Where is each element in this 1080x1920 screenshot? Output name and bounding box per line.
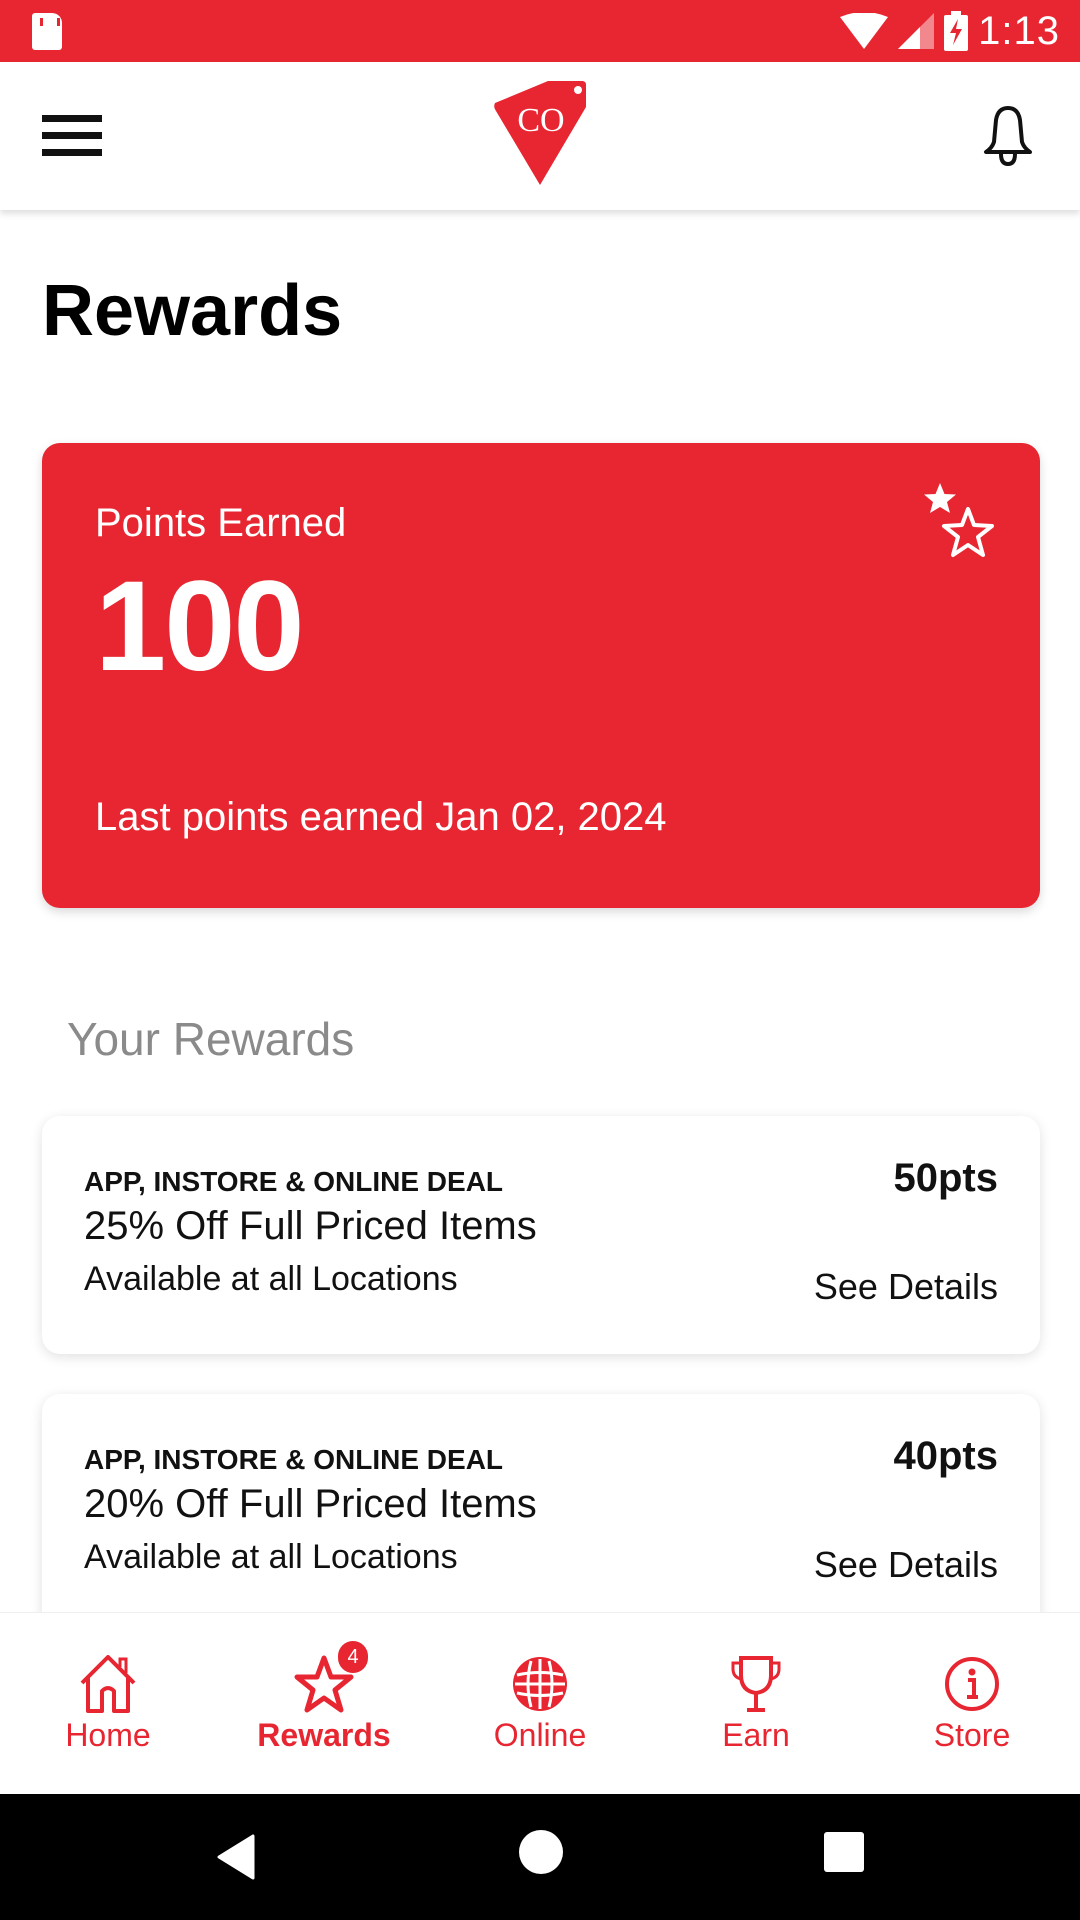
- menu-icon-line: [42, 132, 102, 139]
- signal-icon: [898, 13, 935, 49]
- nav-home[interactable]: Home: [0, 1613, 216, 1794]
- menu-button[interactable]: [42, 115, 104, 157]
- reward-subtitle: Available at all Locations: [84, 1538, 458, 1576]
- menu-icon-line: [42, 149, 102, 156]
- nav-label: Rewards: [257, 1717, 391, 1753]
- notification-badge: 4: [338, 1641, 368, 1673]
- trophy-icon: [731, 1656, 781, 1712]
- points-card: Points Earned 100 Last points earned Jan…: [42, 443, 1040, 908]
- reward-points: 40pts: [893, 1434, 999, 1478]
- wifi-icon: [840, 13, 889, 49]
- stars-icon: [924, 483, 994, 557]
- sd-card-icon: [32, 13, 62, 50]
- brand-logo[interactable]: CO: [490, 77, 590, 187]
- app-bar: CO: [0, 62, 1080, 210]
- info-icon: [945, 1657, 999, 1711]
- svg-text:CO: CO: [517, 102, 564, 139]
- see-details-link[interactable]: See Details: [814, 1266, 998, 1308]
- reward-card[interactable]: APP, INSTORE & ONLINE DEAL 20% Off Full …: [42, 1394, 1040, 1632]
- status-bar: 1:13: [0, 0, 1080, 62]
- reward-title: 25% Off Full Priced Items: [84, 1204, 537, 1248]
- menu-icon-line: [42, 115, 102, 122]
- reward-card[interactable]: APP, INSTORE & ONLINE DEAL 25% Off Full …: [42, 1116, 1040, 1354]
- nav-rewards[interactable]: 4 Rewards: [216, 1613, 432, 1794]
- recents-button[interactable]: [824, 1832, 864, 1872]
- reward-subtitle: Available at all Locations: [84, 1260, 458, 1298]
- notification-bell-icon[interactable]: [980, 104, 1036, 168]
- nav-label: Store: [933, 1717, 1011, 1753]
- home-icon: [80, 1655, 136, 1713]
- reward-title: 20% Off Full Priced Items: [84, 1482, 537, 1526]
- your-rewards-heading: Your Rewards: [67, 1013, 355, 1065]
- back-icon[interactable]: [215, 1834, 255, 1880]
- globe-icon: [513, 1657, 567, 1711]
- reward-type: APP, INSTORE & ONLINE DEAL: [84, 1444, 504, 1475]
- nav-earn[interactable]: Earn: [648, 1613, 864, 1794]
- points-label: Points Earned: [95, 501, 347, 545]
- nav-label: Home: [65, 1717, 151, 1753]
- nav-label: Online: [493, 1717, 587, 1753]
- nav-store[interactable]: Store: [864, 1613, 1080, 1794]
- nav-online[interactable]: Online: [432, 1613, 648, 1794]
- status-icons: 1:13: [840, 8, 1060, 54]
- bottom-nav: Home 4 Rewards Online Earn Store: [0, 1612, 1080, 1794]
- see-details-link[interactable]: See Details: [814, 1544, 998, 1586]
- home-button[interactable]: [519, 1830, 563, 1874]
- reward-type: APP, INSTORE & ONLINE DEAL: [84, 1166, 504, 1197]
- page-title: Rewards: [42, 271, 343, 351]
- last-points-earned: Last points earned Jan 02, 2024: [95, 795, 667, 839]
- system-navigation-bar: [0, 1794, 1080, 1920]
- battery-charging-icon: [944, 11, 969, 51]
- nav-label: Earn: [722, 1717, 790, 1753]
- points-value: 100: [95, 555, 305, 698]
- status-time: 1:13: [978, 8, 1060, 53]
- reward-points: 50pts: [893, 1156, 999, 1200]
